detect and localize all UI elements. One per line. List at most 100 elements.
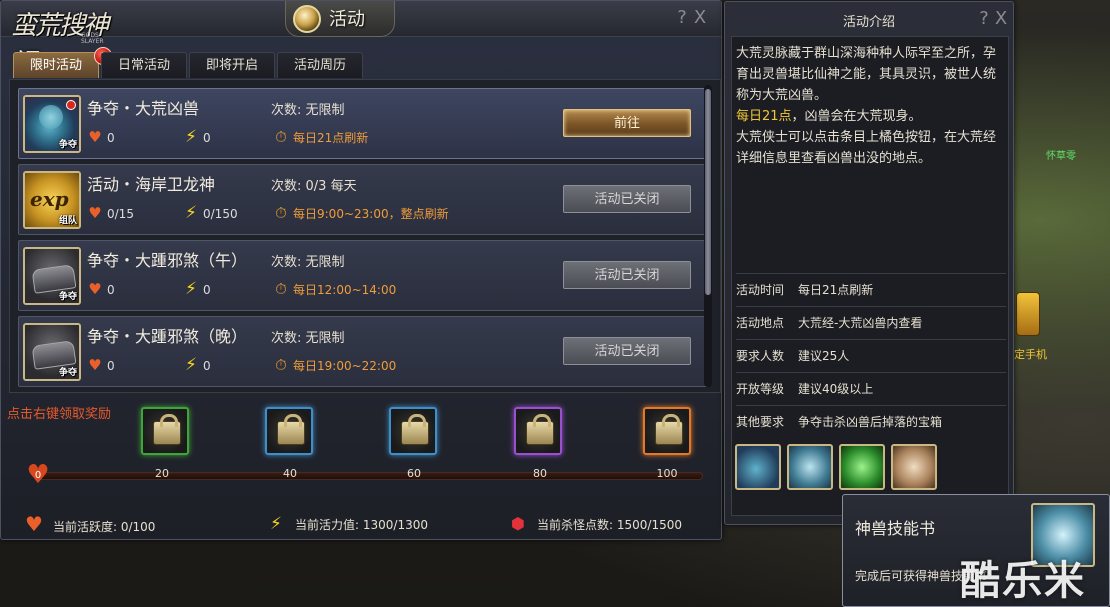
bind-phone-icon[interactable] [1016,292,1040,336]
scroll-thumb[interactable] [705,89,711,295]
tab-calendar[interactable]: 活动周历 [277,52,363,78]
window-titlebar[interactable]: 蛮荒搜神记 GODS SLAYER 活动 ? X [1,1,721,78]
progress-heart-icon: ♥ 0 [26,460,50,490]
heart-icon: ♥ [25,512,43,536]
reward-item-skill-book-icon[interactable] [787,444,833,490]
current-kill-points: ⬢ 当前杀怪点数: 1500/1500 [507,513,682,535]
exp-icon: exp 组队 [23,171,81,229]
activity-row[interactable]: 争夺 争夺・大踵邪煞（晚） 次数: 无限制 ♥ 0 ⚡ 0 ⏱ 每日19:00~22:… [18,316,708,387]
lock-icon [526,414,554,445]
chest-level-label: 60 [407,467,421,480]
closed-button[interactable]: 活动已关闭 [563,337,691,365]
clock-icon: ⏱ [275,128,287,146]
intro-description: 大荒灵脉藏于群山深海种种人际罕至之所，孕育出灵兽堪比仙神之能，其具灵识，被世人统… [736,46,997,166]
monster-icon: 争夺 [23,95,81,153]
activity-list: 争夺 争夺・大荒凶兽 次数: 无限制 ♥ 0 ⚡ 0 ⏱ 每日21点刷新 前往 exp… [9,79,721,393]
reward-chest-60[interactable] [389,407,437,455]
activity-row[interactable]: 争夺 争夺・大荒凶兽 次数: 无限制 ♥ 0 ⚡ 0 ⏱ 每日21点刷新 前往 [18,88,708,159]
activity-count: 次数: 无限制 [271,255,345,270]
vitality-stat: ♥ 0 [88,356,115,374]
activity-title-icon [293,5,321,33]
scene-npc-label: 怀草零 [1046,151,1076,162]
heart-icon: ♥ [88,356,102,374]
energy-stat: ⚡ 0 [183,127,211,147]
reward-item-scroll-icon[interactable] [891,444,937,490]
clock-icon: ⏱ [275,204,287,222]
vitality-stat: ♥ 0/15 [88,204,134,222]
tab-upcoming[interactable]: 即将开启 [189,52,275,78]
activity-name: 活动・海岸卫龙神 [87,175,216,194]
reward-item-monster-icon[interactable] [735,444,781,490]
lightning-icon: ⚡ [185,203,197,223]
info-row-time: 活动时间 每日21点刷新 [736,273,1006,306]
lightning-icon: ⚡ [270,514,282,534]
reward-chest-40[interactable] [265,407,313,455]
activity-count: 次数: 0/3 每天 [271,179,357,194]
chest-level-label: 100 [656,467,678,480]
watermark: 酷乐米 [960,558,1086,604]
lightning-icon: ⚡ [185,355,197,375]
lock-icon [655,414,683,445]
activity-row[interactable]: 争夺 争夺・大踵邪煞（午） 次数: 无限制 ♥ 0 ⚡ 0 ⏱ 每日12:00~14:… [18,240,708,311]
goto-button[interactable]: 前往 [563,109,691,137]
activity-window: 蛮荒搜神记 GODS SLAYER 活动 ? X 限时活动 ! 日常活动 即将开… [0,0,722,540]
help-button[interactable]: ? [673,7,691,28]
lock-icon [401,414,429,445]
intro-close-button[interactable]: X [992,8,1010,29]
lock-icon [277,414,305,445]
energy-stat: ⚡ 0/150 [183,203,238,223]
current-energy: ⚡ 当前活力值: 1300/1300 [265,513,428,535]
time-stat: ⏱ 每日19:00~22:00 [273,355,396,375]
energy-stat: ⚡ 0 [183,355,211,375]
tab-limited[interactable]: 限时活动 ! [13,47,112,78]
heart-icon: ♥ [88,280,102,298]
lightning-icon: ⚡ [185,279,197,299]
reward-item-green-crystal-icon[interactable] [839,444,885,490]
activity-count: 次数: 无限制 [271,103,345,118]
heart-icon: ♥ [88,204,102,222]
intro-help-button[interactable]: ? [975,8,993,29]
closed-button[interactable]: 活动已关闭 [563,185,691,213]
reward-chest-80[interactable] [514,407,562,455]
kill-points-icon: ⬢ [511,514,525,533]
chest-icon: 争夺 [23,247,81,305]
clock-icon: ⏱ [275,280,287,298]
activity-row[interactable]: exp 组队 活动・海岸卫龙神 次数: 0/3 每天 ♥ 0/15 ⚡ 0/150 … [18,164,708,235]
current-vitality: ♥ 当前活跃度: 0/100 [23,513,155,535]
chest-level-label: 20 [155,467,169,480]
time-stat: ⏱ 每日12:00~14:00 [273,279,396,299]
closed-button[interactable]: 活动已关闭 [563,261,691,289]
vitality-progress-track [37,472,703,480]
activity-name: 争夺・大踵邪煞（午） [87,251,248,270]
intro-title: 活动介绍 [842,15,895,30]
activity-name: 争夺・大踵邪煞（晚） [87,327,248,346]
lock-icon [153,414,181,445]
info-row-other: 其他要求 争夺击杀凶兽后掉落的宝箱 [736,405,1006,438]
bind-phone-label[interactable]: 定手机 [1014,346,1047,362]
reward-chest-20[interactable] [141,407,189,455]
new-dot-icon [66,100,76,110]
window-title: 活动 [329,9,365,30]
game-logo: 蛮荒搜神记 GODS SLAYER [11,11,109,78]
info-row-level: 开放等级 建议40级以上 [736,372,1006,405]
activity-intro-panel: 活动介绍 ? X 大荒灵脉藏于群山深海种种人际罕至之所，孕育出灵兽堪比仙神之能，… [724,1,1014,525]
time-stat: ⏱ 每日9:00~23:00，整点刷新 [273,203,448,223]
heart-icon: ♥ [88,128,102,146]
activity-count: 次数: 无限制 [271,331,345,346]
chest-level-label: 40 [283,467,297,480]
activity-name: 争夺・大荒凶兽 [87,99,200,118]
vitality-stat: ♥ 0 [88,128,115,146]
lightning-icon: ⚡ [185,127,197,147]
reward-chest-100[interactable] [643,407,691,455]
tooltip-item-name: 神兽技能书 [855,519,936,538]
list-scrollbar[interactable] [704,85,712,387]
clock-icon: ⏱ [275,356,287,374]
chest-icon: 争夺 [23,323,81,381]
energy-stat: ⚡ 0 [183,279,211,299]
chest-level-label: 80 [533,467,547,480]
time-stat: ⏱ 每日21点刷新 [273,127,368,147]
tab-daily[interactable]: 日常活动 [101,52,187,78]
info-row-players: 要求人数 建议25人 [736,339,1006,372]
close-button[interactable]: X [691,7,709,28]
reward-hint: 点击右键领取奖励 [7,407,112,422]
